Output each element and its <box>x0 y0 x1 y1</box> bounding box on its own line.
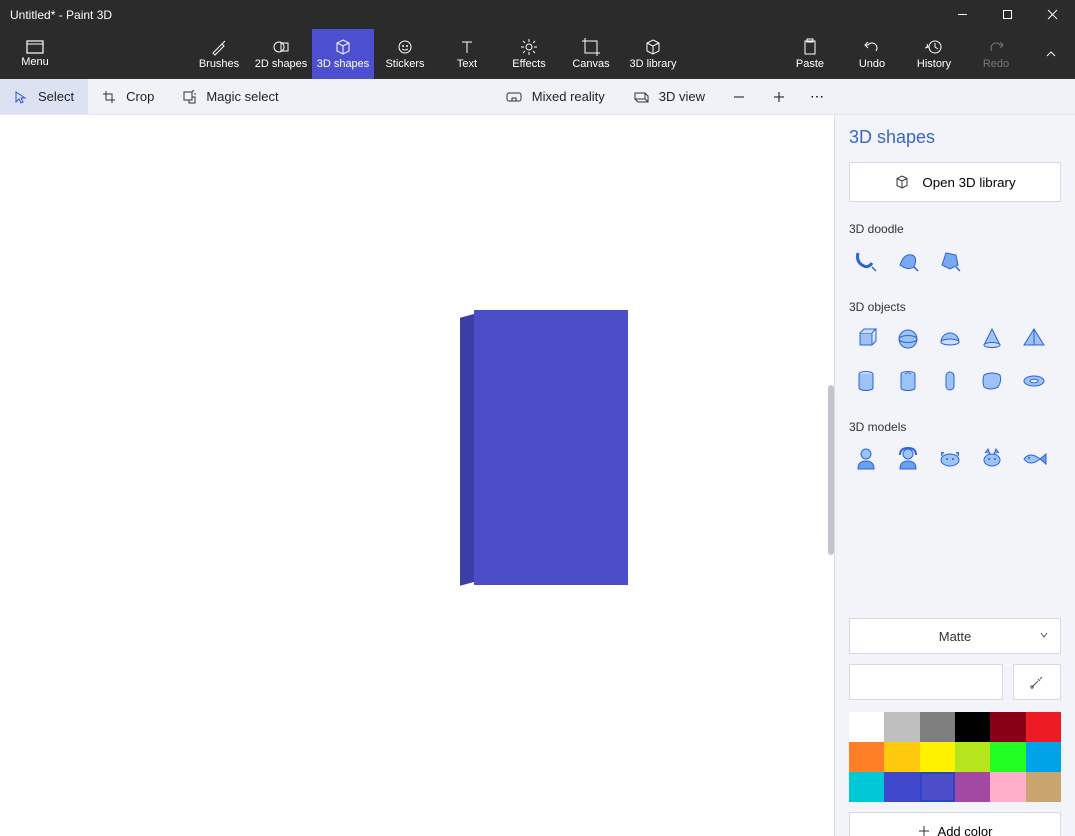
object-tube[interactable] <box>891 364 925 398</box>
expand-panel-button[interactable] <box>1027 29 1075 79</box>
doodle-tube[interactable] <box>849 244 883 278</box>
panel-title: 3D shapes <box>849 127 1061 148</box>
model-woman[interactable] <box>891 442 925 476</box>
doodle-sharp-edge[interactable] <box>933 244 967 278</box>
tab-2d-shapes[interactable]: 2D shapes <box>250 29 312 79</box>
redo-button[interactable]: Redo <box>965 29 1027 79</box>
object-pyramid[interactable] <box>1017 322 1051 356</box>
section-3d-objects-label: 3D objects <box>849 300 1061 314</box>
model-fish[interactable] <box>1017 442 1051 476</box>
side-panel: 3D shapes Open 3D library 3D doodle 3D o… <box>835 115 1075 836</box>
color-swatch[interactable] <box>884 742 919 772</box>
window-title: Untitled* - Paint 3D <box>0 8 940 22</box>
open-3d-library-button[interactable]: Open 3D library <box>849 162 1061 202</box>
tab-3d-shapes[interactable]: 3D shapes <box>312 29 374 79</box>
tab-canvas[interactable]: Canvas <box>560 29 622 79</box>
object-torus[interactable] <box>1017 364 1051 398</box>
color-swatch[interactable] <box>990 712 1025 742</box>
select-tool[interactable]: Select <box>0 79 88 114</box>
sub-toolbar: Select Crop Magic select Mixed reality 3… <box>0 79 1075 115</box>
3d-object-cube[interactable] <box>460 310 628 585</box>
object-cone[interactable] <box>975 322 1009 356</box>
paste-button[interactable]: Paste <box>779 29 841 79</box>
color-swatch[interactable] <box>955 712 990 742</box>
canvas-scrollbar[interactable] <box>828 385 834 555</box>
undo-button[interactable]: Undo <box>841 29 903 79</box>
current-color-preview[interactable] <box>849 664 1003 700</box>
3d-models-grid <box>849 442 1061 476</box>
menu-button[interactable]: Menu <box>0 29 70 79</box>
color-swatch[interactable] <box>920 712 955 742</box>
title-bar: Untitled* - Paint 3D <box>0 0 1075 29</box>
color-swatch[interactable] <box>920 742 955 772</box>
color-swatch[interactable] <box>849 742 884 772</box>
magic-select-tool[interactable]: Magic select <box>168 79 292 114</box>
tab-3d-library[interactable]: 3D library <box>622 29 684 79</box>
tab-stickers[interactable]: Stickers <box>374 29 436 79</box>
history-button[interactable]: History <box>903 29 965 79</box>
color-swatch[interactable] <box>990 742 1025 772</box>
mixed-reality-button[interactable]: Mixed reality <box>492 79 619 114</box>
object-capsule[interactable] <box>933 364 967 398</box>
canvas[interactable] <box>0 115 835 836</box>
color-swatch[interactable] <box>849 712 884 742</box>
tab-text[interactable]: Text <box>436 29 498 79</box>
tab-effects[interactable]: Effects <box>498 29 560 79</box>
color-swatch[interactable] <box>884 772 919 802</box>
color-swatch[interactable] <box>955 742 990 772</box>
doodle-soft-edge[interactable] <box>891 244 925 278</box>
3d-doodle-grid <box>849 244 1061 278</box>
tab-brushes[interactable]: Brushes <box>188 29 250 79</box>
color-swatch[interactable] <box>849 772 884 802</box>
zoom-out-button[interactable] <box>719 79 759 114</box>
model-cat[interactable] <box>975 442 1009 476</box>
object-hemisphere[interactable] <box>933 322 967 356</box>
section-3d-doodle-label: 3D doodle <box>849 222 1061 236</box>
color-palette <box>849 712 1061 802</box>
3d-objects-grid <box>849 322 1061 398</box>
object-cylinder[interactable] <box>849 364 883 398</box>
object-curved-cylinder[interactable] <box>975 364 1009 398</box>
minimize-button[interactable] <box>940 0 985 29</box>
canvas-viewport <box>0 115 835 836</box>
model-dog[interactable] <box>933 442 967 476</box>
color-swatch[interactable] <box>990 772 1025 802</box>
eyedropper-button[interactable] <box>1013 664 1061 700</box>
color-swatch[interactable] <box>1026 772 1061 802</box>
3d-view-button[interactable]: 3D view <box>619 79 719 114</box>
color-swatch[interactable] <box>1026 742 1061 772</box>
object-sphere[interactable] <box>891 322 925 356</box>
close-button[interactable] <box>1030 0 1075 29</box>
more-button[interactable]: ⋯ <box>799 79 835 114</box>
model-man[interactable] <box>849 442 883 476</box>
material-select[interactable]: Matte <box>849 618 1061 654</box>
main-area: 3D shapes Open 3D library 3D doodle 3D o… <box>0 115 1075 836</box>
color-swatch[interactable] <box>920 772 955 802</box>
menu-label: Menu <box>21 56 49 68</box>
color-swatch[interactable] <box>955 772 990 802</box>
maximize-button[interactable] <box>985 0 1030 29</box>
section-3d-models-label: 3D models <box>849 420 1061 434</box>
color-swatch[interactable] <box>1026 712 1061 742</box>
ribbon: Menu Brushes 2D shapes 3D shapes Sticker… <box>0 29 1075 79</box>
color-swatch[interactable] <box>884 712 919 742</box>
object-cube[interactable] <box>849 322 883 356</box>
crop-tool[interactable]: Crop <box>88 79 168 114</box>
zoom-in-button[interactable] <box>759 79 799 114</box>
cube-outline-icon <box>894 174 910 190</box>
chevron-down-icon <box>1038 629 1050 644</box>
add-color-button[interactable]: Add color <box>849 812 1061 836</box>
